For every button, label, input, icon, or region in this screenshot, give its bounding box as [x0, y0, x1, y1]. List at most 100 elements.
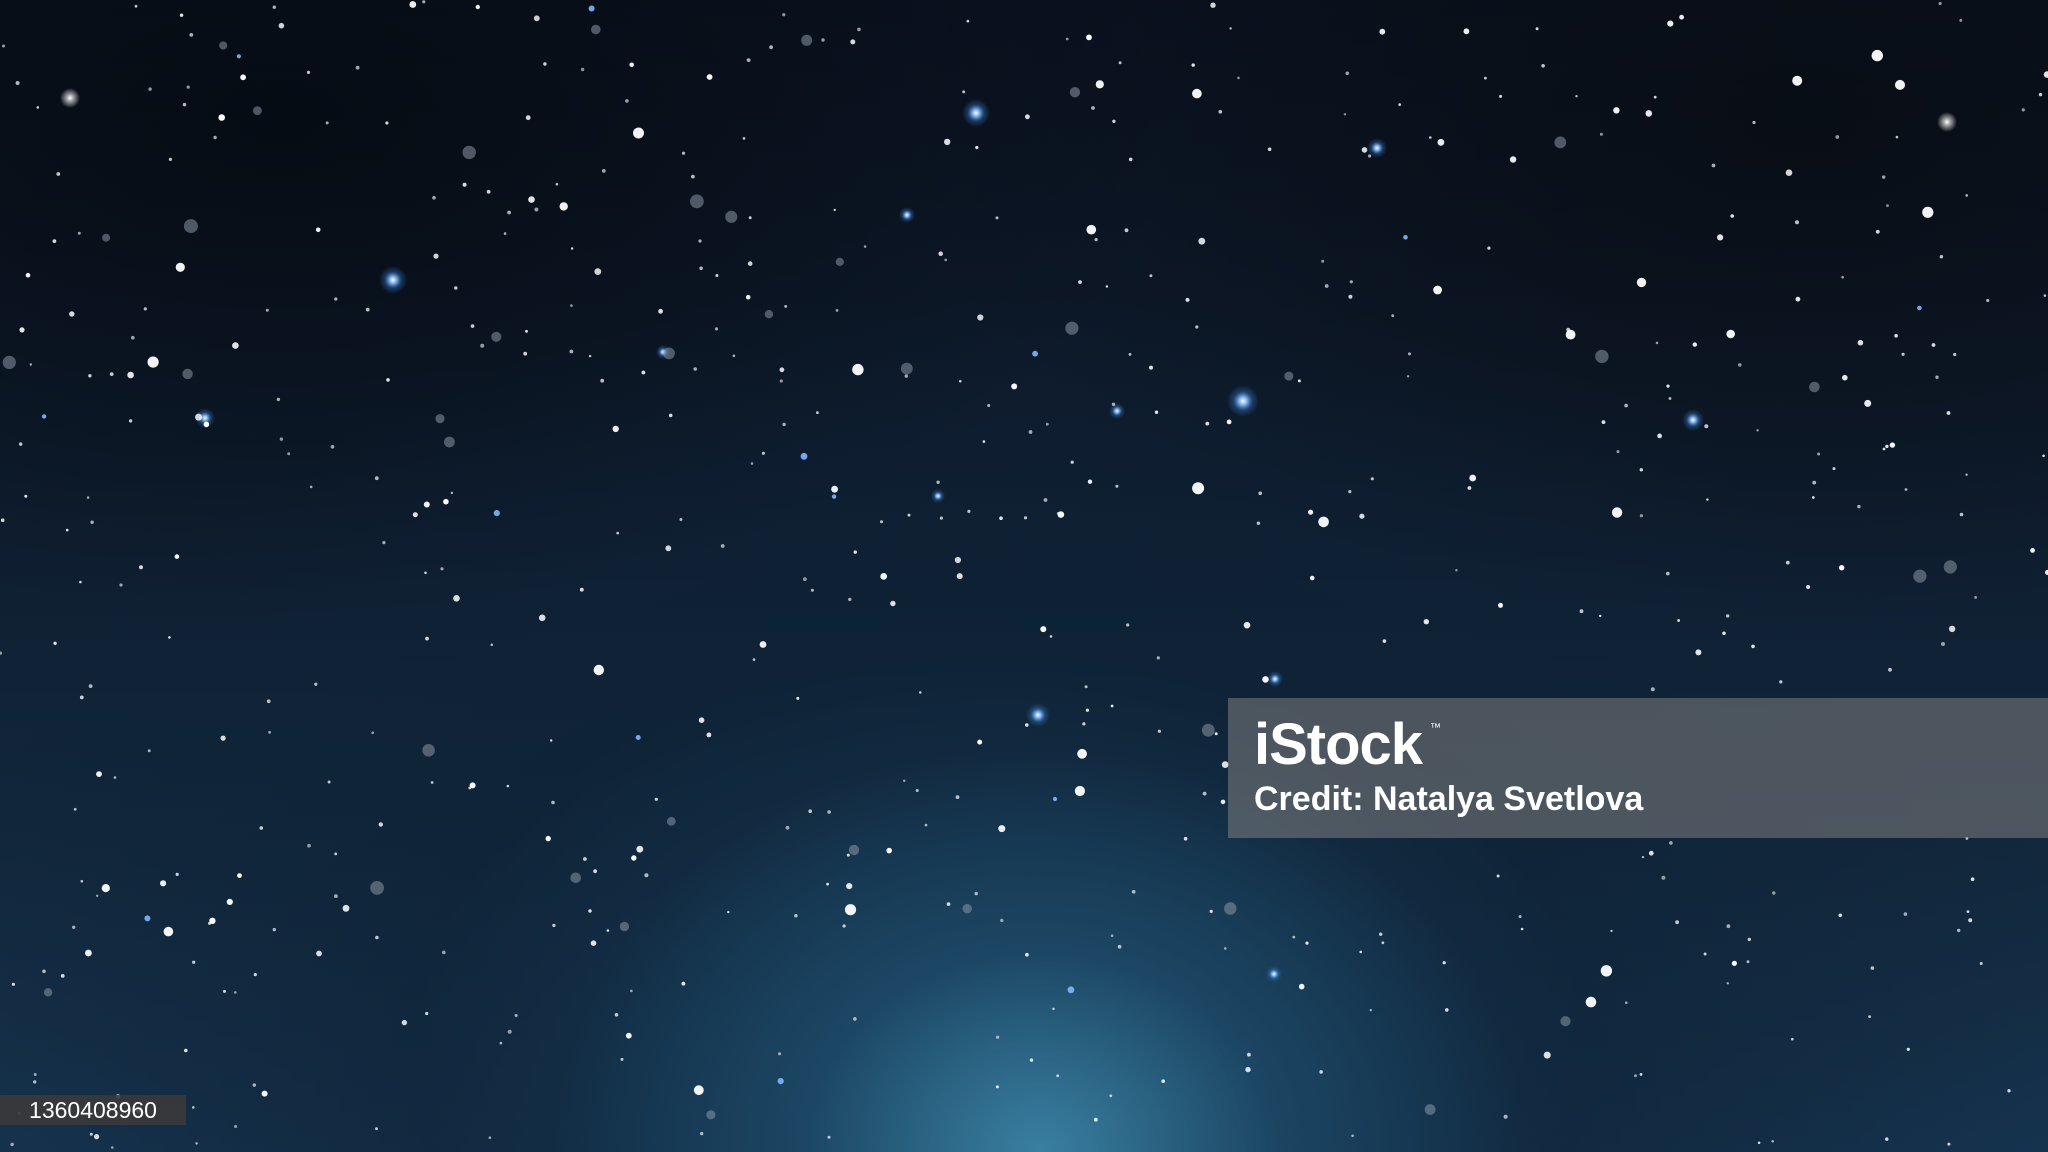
star [334, 852, 338, 856]
star [1202, 791, 1207, 796]
star [186, 85, 190, 89]
star [580, 67, 585, 72]
star [1247, 1052, 1251, 1057]
star [127, 371, 134, 379]
star [278, 22, 285, 29]
star [25, 272, 31, 278]
star [835, 309, 839, 312]
star [1965, 194, 1968, 197]
star [784, 305, 788, 308]
star [1086, 224, 1097, 235]
star [42, 969, 46, 974]
star [220, 735, 226, 741]
star [1913, 569, 1927, 583]
star [499, 1041, 503, 1045]
star [1201, 723, 1215, 737]
star-field [0, 0, 2048, 1149]
star [1105, 285, 1109, 288]
star [1809, 381, 1820, 393]
star [409, 1, 417, 8]
star [998, 825, 1006, 833]
star [715, 274, 719, 277]
star [1487, 246, 1491, 250]
star [253, 973, 257, 977]
star [967, 509, 971, 513]
star [1361, 147, 1368, 153]
star [995, 1085, 999, 1089]
star [90, 520, 94, 524]
star [1906, 1047, 1910, 1051]
star [424, 571, 427, 575]
star [365, 307, 370, 312]
star [1806, 585, 1811, 589]
star [1931, 343, 1936, 347]
star [2042, 454, 2045, 458]
star [1095, 80, 1104, 89]
star [944, 258, 947, 262]
star [1094, 238, 1098, 242]
star [514, 1014, 518, 1017]
star [915, 789, 919, 792]
star [128, 419, 133, 423]
star [1348, 490, 1352, 494]
star [1128, 353, 1132, 356]
star [1726, 614, 1730, 618]
star [1986, 298, 1990, 303]
star [668, 413, 673, 418]
star [1645, 110, 1653, 117]
star [631, 855, 637, 861]
star [747, 261, 753, 266]
star [1284, 371, 1294, 381]
star [52, 239, 57, 244]
star [1668, 397, 1672, 400]
star [1467, 486, 1472, 490]
star [101, 884, 110, 893]
star [1703, 952, 1707, 956]
star [654, 797, 658, 801]
star [846, 883, 853, 890]
star [462, 145, 476, 160]
star [853, 1017, 857, 1021]
star [19, 442, 23, 446]
star [1717, 234, 1724, 241]
star [742, 137, 746, 140]
star [999, 516, 1003, 520]
star [374, 476, 379, 481]
star [750, 462, 754, 465]
star [1052, 796, 1058, 802]
star [1657, 433, 1662, 439]
star [636, 845, 644, 853]
star [73, 807, 77, 811]
star [714, 327, 719, 331]
star [826, 882, 829, 886]
star [720, 544, 725, 548]
star [355, 65, 360, 70]
star [616, 531, 619, 535]
star [748, 216, 752, 220]
star [182, 102, 187, 107]
star [88, 684, 93, 688]
star [1161, 1079, 1165, 1083]
star [962, 904, 972, 914]
star [1032, 350, 1038, 357]
star [422, 744, 435, 757]
star [423, 501, 430, 508]
star [1579, 609, 1584, 614]
star [745, 294, 751, 300]
star [778, 1052, 782, 1056]
star [147, 749, 151, 753]
star [1946, 411, 1951, 415]
star [844, 904, 857, 916]
star [1074, 785, 1085, 797]
star [1065, 321, 1079, 335]
star [443, 498, 449, 505]
star [796, 696, 800, 700]
star [886, 847, 892, 854]
star [594, 268, 602, 275]
star [2043, 294, 2047, 297]
star [1237, 76, 1240, 80]
star [1318, 516, 1329, 528]
star [1959, 512, 1964, 517]
star [600, 378, 605, 383]
star [630, 989, 633, 993]
